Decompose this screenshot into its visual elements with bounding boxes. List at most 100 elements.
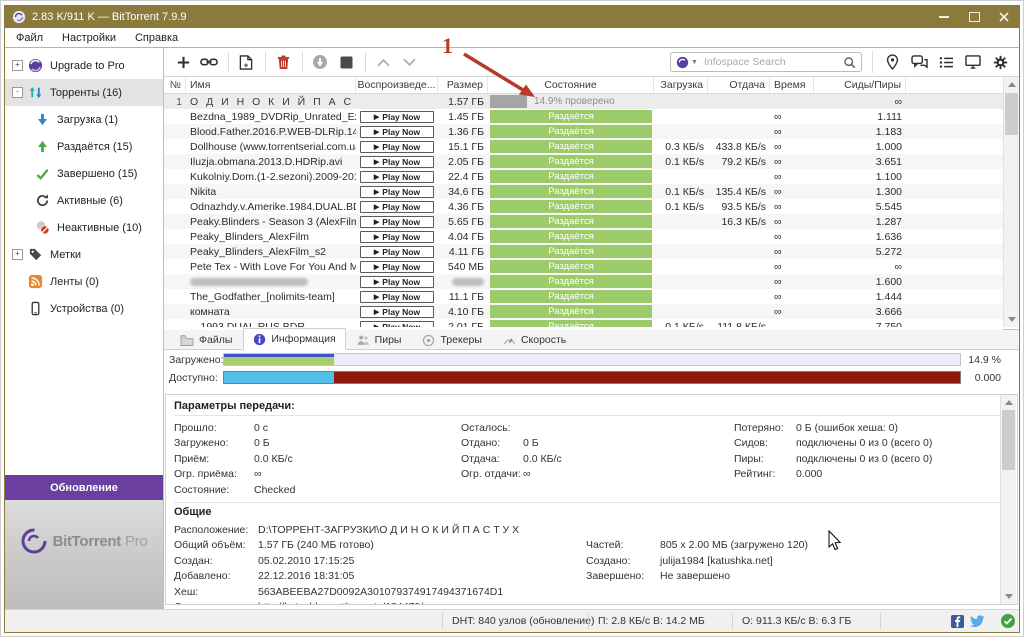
table-row[interactable]: Peaky_Blinders_AlexFilm▶Play Now4.04 ГБР…: [164, 229, 1003, 244]
table-row[interactable]: Bezdna_1989_DVDRip_Unrated_Extend...▶Pla…: [164, 109, 1003, 124]
tab-трекеры[interactable]: Трекеры: [412, 330, 491, 349]
play-now-button[interactable]: ▶Play Now: [360, 261, 434, 273]
create-torrent-button[interactable]: [234, 51, 258, 73]
tab-файлы[interactable]: Файлы: [170, 330, 242, 349]
table-scrollbar[interactable]: [1003, 77, 1019, 327]
sidebar-item-upgrade[interactable]: +Upgrade to Pro: [5, 52, 163, 79]
column-header-7[interactable]: Время: [770, 77, 814, 93]
downloaded-progress-row: Загружено: 14.9 %: [164, 352, 1019, 367]
play-now-button[interactable]: ▶Play Now: [360, 126, 434, 138]
table-row[interactable]: …1993.DUAL.RUS.BDR…▶Play Now2.01 ГБРазда…: [164, 319, 1003, 327]
expand-toggle-icon[interactable]: -: [12, 87, 23, 98]
table-row[interactable]: Blood.Father.2016.P.WEB-DLRip.14O...▶Pla…: [164, 124, 1003, 139]
detail-scroll-up-icon[interactable]: [1001, 395, 1016, 410]
table-row[interactable]: 1О Д И Н О К И Й П А С Т У Х1.57 ГБ14.9%…: [164, 94, 1003, 109]
location-pin-icon[interactable]: [880, 51, 904, 73]
search-engine-caret-icon[interactable]: ▼: [691, 59, 698, 66]
table-row[interactable]: ▶Play NowРаздаётся∞1.600: [164, 274, 1003, 289]
play-now-button[interactable]: ▶Play Now: [360, 291, 434, 303]
start-torrent-button[interactable]: [308, 51, 332, 73]
play-now-button[interactable]: ▶Play Now: [360, 276, 434, 288]
sidebar-item-label: Активные (6): [57, 195, 123, 207]
search-input[interactable]: [702, 55, 843, 69]
column-header-4[interactable]: Состояние: [488, 77, 654, 93]
search-engine-icon[interactable]: [676, 56, 689, 69]
play-now-button[interactable]: ▶Play Now: [360, 111, 434, 123]
search-icon[interactable]: [843, 56, 856, 69]
detail-scroll-down-icon[interactable]: [1001, 589, 1016, 604]
tab-скорость[interactable]: Скорость: [493, 330, 576, 349]
chat-icon[interactable]: [907, 51, 931, 73]
list-icon[interactable]: [934, 51, 958, 73]
add-torrent-button[interactable]: [171, 51, 195, 73]
transfer-label: Потеряно:: [734, 422, 796, 434]
table-row[interactable]: Dollhouse (www.torrentserial.com.ua)▶Pla…: [164, 139, 1003, 154]
table-row[interactable]: комната▶Play Now4.10 ГБРаздаётся∞3.666: [164, 304, 1003, 319]
table-row[interactable]: Odnazhdy.v.Amerike.1984.DUAL.BDRi...▶Pla…: [164, 199, 1003, 214]
bittorrent-app-icon: [12, 10, 26, 24]
play-now-button[interactable]: ▶Play Now: [360, 216, 434, 228]
menu-item-2[interactable]: Справка: [135, 32, 178, 44]
add-link-button[interactable]: [197, 51, 221, 73]
column-header-2[interactable]: Воспроизведе...: [356, 77, 438, 93]
column-header-0[interactable]: №: [164, 77, 186, 93]
table-row[interactable]: Peaky.Blinders - Season 3 (AlexFilm) ...…: [164, 214, 1003, 229]
detail-scrollbar-thumb[interactable]: [1002, 410, 1015, 470]
column-header-5[interactable]: Загрузка: [654, 77, 708, 93]
tab-пиры[interactable]: Пиры: [347, 330, 412, 349]
play-now-button[interactable]: ▶Play Now: [360, 141, 434, 153]
update-button[interactable]: Обновление: [5, 475, 163, 500]
scroll-up-icon[interactable]: [1004, 77, 1019, 92]
table-row[interactable]: Pete Tex - With Love For You And Me ...▶…: [164, 259, 1003, 274]
maximize-button[interactable]: [959, 6, 989, 28]
play-now-button[interactable]: ▶Play Now: [360, 201, 434, 213]
menu-item-1[interactable]: Настройки: [62, 32, 116, 44]
play-now-button[interactable]: ▶Play Now: [360, 171, 434, 183]
scroll-down-icon[interactable]: [1004, 312, 1019, 327]
table-row[interactable]: Kukolniy.Dom.(1-2.sezoni).2009-2010....▶…: [164, 169, 1003, 184]
settings-gear-icon[interactable]: [988, 51, 1012, 73]
expand-toggle-icon[interactable]: +: [12, 60, 23, 71]
facebook-icon[interactable]: [951, 615, 964, 628]
sidebar-item-torrents[interactable]: -Торренты (16): [5, 79, 163, 106]
column-header-3[interactable]: Размер: [438, 77, 488, 93]
sidebar-item-finished[interactable]: Завершено (15): [5, 160, 163, 187]
table-row[interactable]: Nikita▶Play Now34.6 ГБРаздаётся0.1 КБ/s1…: [164, 184, 1003, 199]
scrollbar-thumb[interactable]: [1005, 93, 1018, 135]
remove-torrent-button[interactable]: [271, 51, 295, 73]
twitter-icon[interactable]: [970, 615, 985, 628]
table-row[interactable]: Peaky_Blinders_AlexFilm_s2▶Play Now4.11 …: [164, 244, 1003, 259]
play-now-button[interactable]: ▶Play Now: [360, 231, 434, 243]
column-header-6[interactable]: Отдача: [708, 77, 770, 93]
menu-item-0[interactable]: Файл: [16, 32, 43, 44]
expand-toggle-icon[interactable]: +: [12, 249, 23, 260]
play-now-button[interactable]: ▶Play Now: [360, 306, 434, 318]
sidebar-item-downloading[interactable]: Загрузка (1): [5, 106, 163, 133]
column-header-1[interactable]: Имя: [186, 77, 356, 93]
column-header-8[interactable]: Сиды/Пиры: [814, 77, 906, 93]
sidebar-item-seeding[interactable]: Раздаётся (15): [5, 133, 163, 160]
transfer-section-title: Параметры передачи:: [174, 400, 1009, 416]
sidebar-item-devices[interactable]: Устройства (0): [5, 295, 163, 322]
table-row[interactable]: Iluzja.obmana.2013.D.HDRip.avi▶Play Now2…: [164, 154, 1003, 169]
sidebar-item-active[interactable]: Активные (6): [5, 187, 163, 214]
play-now-button[interactable]: ▶Play Now: [360, 321, 434, 328]
close-button[interactable]: [989, 6, 1019, 28]
sidebar-item-feeds[interactable]: Ленты (0): [5, 268, 163, 295]
play-now-button[interactable]: ▶Play Now: [360, 246, 434, 258]
play-now-button[interactable]: ▶Play Now: [360, 186, 434, 198]
move-down-queue-button[interactable]: [397, 51, 421, 73]
sidebar-item-labels[interactable]: +Метки: [5, 241, 163, 268]
table-row[interactable]: The_Godfather_[nolimits-team]▶Play Now11…: [164, 289, 1003, 304]
dht-status[interactable]: DHT: 840 узлов (обновление): [452, 610, 595, 632]
minimize-button[interactable]: [929, 6, 959, 28]
stop-torrent-button[interactable]: [334, 51, 358, 73]
monitor-icon[interactable]: [961, 51, 985, 73]
tab-label: Пиры: [375, 334, 402, 346]
sidebar-item-inactive[interactable]: Неактивные (10): [5, 214, 163, 241]
play-now-label: Play Now: [382, 232, 420, 242]
move-up-queue-button[interactable]: [371, 51, 395, 73]
play-now-button[interactable]: ▶Play Now: [360, 156, 434, 168]
tab-информация[interactable]: Информация: [243, 328, 345, 350]
detail-scrollbar[interactable]: [1000, 395, 1016, 604]
